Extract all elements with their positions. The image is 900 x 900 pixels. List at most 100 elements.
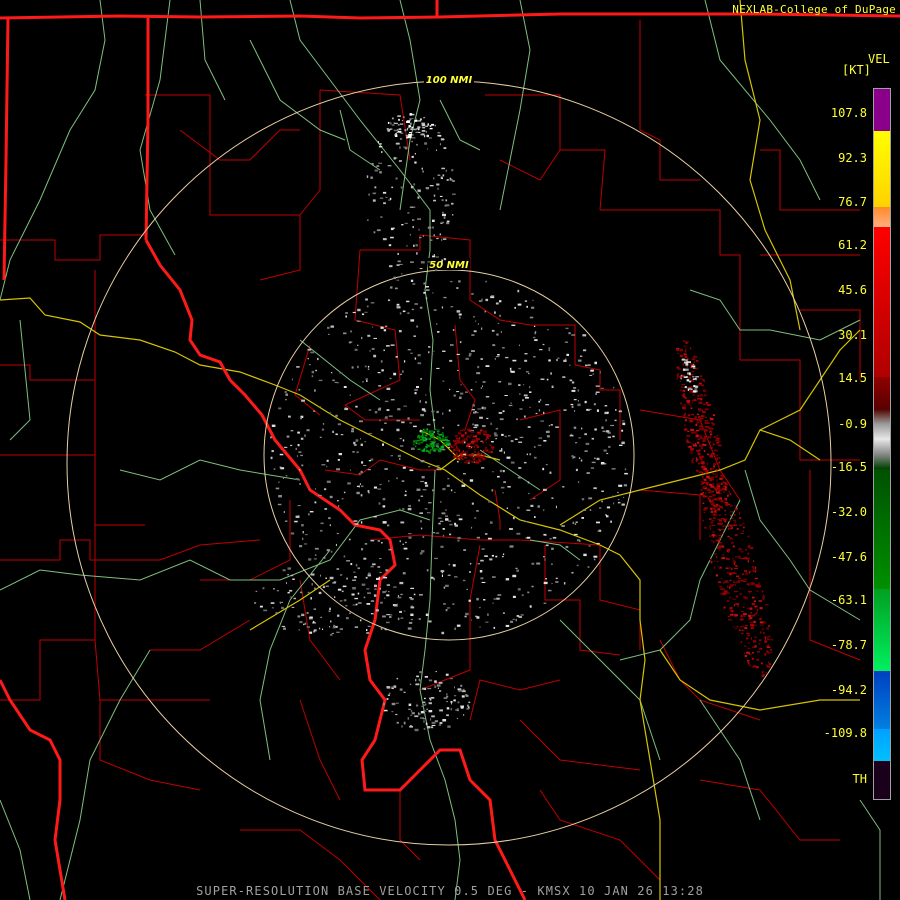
velocity-echo xyxy=(740,615,743,618)
velocity-echo xyxy=(479,626,481,628)
velocity-echo xyxy=(332,379,335,382)
velocity-echo xyxy=(495,555,498,558)
velocity-echo xyxy=(691,462,694,464)
velocity-echo xyxy=(612,495,614,498)
velocity-echo xyxy=(690,363,692,366)
velocity-echo xyxy=(397,115,401,117)
velocity-echo xyxy=(734,521,737,523)
velocity-echo xyxy=(430,436,434,439)
velocity-echo xyxy=(491,489,494,492)
velocity-echo xyxy=(569,364,571,366)
velocity-echo xyxy=(547,329,549,331)
velocity-echo xyxy=(270,456,273,460)
velocity-echo xyxy=(437,331,440,333)
velocity-echo xyxy=(752,596,755,599)
velocity-echo xyxy=(330,325,334,328)
velocity-echo xyxy=(454,491,456,493)
velocity-echo xyxy=(471,334,475,336)
velocity-echo xyxy=(479,570,483,573)
velocity-echo xyxy=(504,395,508,396)
velocity-echo xyxy=(474,448,476,451)
velocity-echo xyxy=(417,189,421,192)
velocity-echo xyxy=(441,306,444,309)
velocity-echo xyxy=(589,374,593,376)
velocity-echo xyxy=(598,507,602,509)
velocity-echo xyxy=(310,351,315,354)
velocity-echo xyxy=(682,359,685,361)
velocity-echo xyxy=(696,441,700,444)
velocity-echo xyxy=(593,555,598,558)
velocity-echo xyxy=(707,462,709,465)
velocity-echo xyxy=(363,596,366,599)
velocity-echo xyxy=(412,219,415,221)
velocity-echo xyxy=(420,378,422,380)
velocity-echo xyxy=(454,686,455,689)
velocity-echo xyxy=(517,289,520,293)
velocity-echo xyxy=(600,462,605,465)
velocity-echo xyxy=(699,437,703,439)
velocity-echo xyxy=(543,509,545,512)
velocity-echo xyxy=(424,676,428,678)
velocity-echo xyxy=(366,305,369,308)
velocity-echo xyxy=(450,281,453,283)
velocity-echo xyxy=(746,637,749,640)
velocity-echo xyxy=(366,588,370,590)
velocity-echo xyxy=(571,455,574,458)
velocity-echo xyxy=(754,636,757,638)
velocity-echo xyxy=(374,584,377,587)
velocity-echo xyxy=(470,446,473,447)
velocity-echo xyxy=(352,311,356,314)
velocity-echo xyxy=(751,637,752,640)
velocity-echo xyxy=(735,581,737,584)
velocity-echo xyxy=(437,174,441,176)
velocity-echo xyxy=(497,322,500,324)
velocity-echo xyxy=(346,560,351,562)
velocity-echo xyxy=(601,490,604,492)
velocity-echo xyxy=(360,470,363,474)
velocity-echo xyxy=(379,419,381,422)
velocity-echo xyxy=(389,614,393,616)
velocity-echo xyxy=(343,599,347,602)
velocity-echo xyxy=(467,454,469,457)
velocity-echo xyxy=(356,451,359,454)
velocity-echo xyxy=(440,570,445,573)
velocity-echo xyxy=(448,446,450,449)
velocity-echo xyxy=(715,556,718,559)
velocity-echo xyxy=(690,441,692,444)
velocity-echo xyxy=(696,421,700,424)
velocity-echo xyxy=(710,485,715,488)
velocity-echo xyxy=(594,457,596,459)
velocity-echo xyxy=(532,336,536,339)
velocity-echo xyxy=(703,467,708,470)
velocity-echo xyxy=(388,548,392,551)
velocity-echo xyxy=(584,433,587,436)
velocity-echo xyxy=(700,398,703,401)
velocity-echo xyxy=(456,439,461,443)
velocity-echo xyxy=(437,134,442,137)
velocity-echo xyxy=(408,708,411,710)
velocity-echo xyxy=(723,606,726,609)
velocity-echo xyxy=(278,481,280,483)
velocity-echo xyxy=(380,601,383,604)
velocity-echo xyxy=(465,357,469,360)
velocity-echo xyxy=(505,356,509,359)
velocity-echo xyxy=(351,430,354,433)
velocity-echo xyxy=(457,688,462,690)
velocity-echo xyxy=(751,652,754,654)
velocity-echo xyxy=(337,500,339,502)
velocity-echo xyxy=(536,562,541,565)
velocity-echo xyxy=(569,379,573,382)
velocity-echo xyxy=(703,478,707,481)
velocity-echo xyxy=(456,353,460,355)
velocity-echo xyxy=(498,381,502,383)
velocity-echo xyxy=(436,410,439,414)
velocity-echo xyxy=(435,256,439,258)
velocity-echo xyxy=(420,414,424,417)
velocity-echo xyxy=(489,538,492,540)
velocity-echo xyxy=(473,411,476,414)
velocity-echo xyxy=(306,626,310,628)
velocity-echo xyxy=(454,695,457,697)
velocity-echo xyxy=(487,613,489,616)
velocity-echo xyxy=(581,517,584,519)
velocity-echo xyxy=(431,532,435,534)
